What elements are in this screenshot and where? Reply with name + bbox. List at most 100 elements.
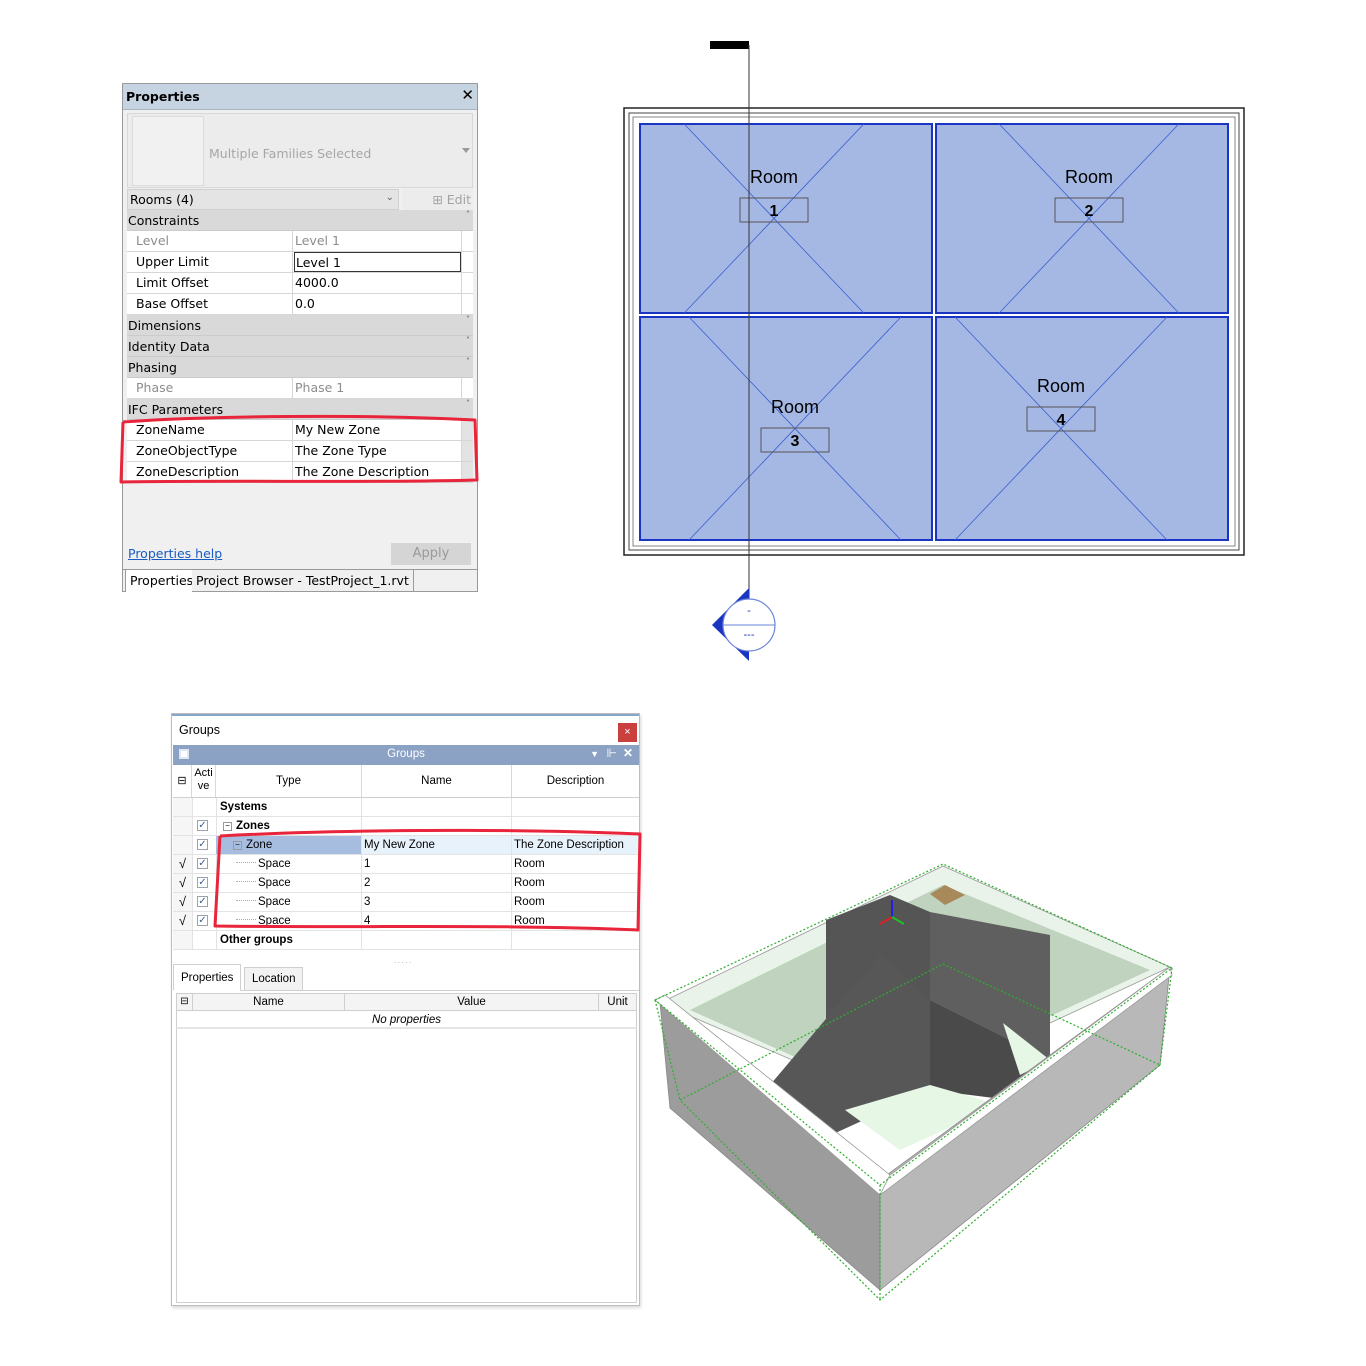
row-type-cell: Space <box>216 874 362 892</box>
active-checkbox[interactable]: ✓ <box>197 896 208 907</box>
tree-row[interactable]: √ ✓ Space 1 Room <box>173 855 639 874</box>
group-header-dimensions[interactable]: Dimensions ˅ <box>127 315 473 336</box>
collapse-icon[interactable]: ˄ <box>466 357 470 366</box>
row-description-cell[interactable] <box>512 798 639 816</box>
column-chooser-icon[interactable]: ⊟ <box>173 765 192 797</box>
column-header-name[interactable]: Name <box>193 994 345 1010</box>
row-description-cell[interactable]: Room <box>512 874 639 892</box>
property-value-field[interactable]: The Zone Type <box>294 441 461 461</box>
apply-button[interactable]: Apply <box>391 543 471 565</box>
row-active-cell: ✓ <box>192 817 217 835</box>
type-thumbnail <box>132 116 204 186</box>
column-header-type[interactable]: Type <box>216 765 362 797</box>
property-value-field[interactable]: The Zone Description <box>294 462 461 482</box>
row-flag <box>173 817 193 835</box>
tree-row[interactable]: √ ✓ Space 3 Room <box>173 893 639 912</box>
row-name-cell[interactable]: 1 <box>362 855 512 873</box>
room-fill[interactable] <box>935 123 1229 314</box>
tree-row[interactable]: Other groups <box>173 931 639 950</box>
row-flag <box>173 798 193 816</box>
collapse-icon[interactable]: ˄ <box>466 399 470 408</box>
collapse-toggle-icon[interactable]: − <box>233 841 242 850</box>
property-value-field[interactable]: 0.0 <box>294 294 461 314</box>
collapse-toggle-icon[interactable]: − <box>223 822 232 831</box>
close-button[interactable]: × <box>618 723 637 742</box>
row-description-cell[interactable]: The Zone Description <box>512 836 639 854</box>
column-header-name[interactable]: Name <box>362 765 512 797</box>
3d-model-view[interactable] <box>650 855 1180 1305</box>
close-icon[interactable]: ✕ <box>623 746 633 760</box>
room-fill[interactable] <box>935 316 1229 541</box>
edit-button[interactable] <box>461 462 473 482</box>
chevron-down-icon: ⌄ <box>385 192 394 203</box>
row-description-cell[interactable]: Room <box>512 855 639 873</box>
close-icon[interactable]: ✕ <box>461 86 474 104</box>
row-name-cell[interactable]: 2 <box>362 874 512 892</box>
section-marker-top-label: - <box>747 605 751 617</box>
active-checkbox[interactable]: ✓ <box>197 915 208 926</box>
row-name-cell[interactable]: My New Zone <box>362 836 512 854</box>
tree-row[interactable]: √ ✓ Space 2 Room <box>173 874 639 893</box>
active-checkbox[interactable]: ✓ <box>197 820 208 831</box>
section-marker[interactable]: - --- <box>712 588 776 661</box>
tab-properties[interactable]: Properties <box>125 570 199 592</box>
row-name-cell[interactable] <box>362 798 512 816</box>
tab-location[interactable]: Location <box>244 967 304 990</box>
row-description-cell[interactable] <box>512 931 639 949</box>
element-filter-dropdown[interactable]: Rooms (4) ⌄ <box>127 189 399 210</box>
column-header-unit[interactable]: Unit <box>599 994 636 1010</box>
dropdown-arrow-icon[interactable]: ▼ <box>590 749 599 759</box>
tree-row[interactable]: Systems <box>173 798 639 817</box>
row-name-cell[interactable] <box>362 817 512 835</box>
tree-row[interactable]: ✓ − Zone My New Zone The Zone Description <box>173 836 639 855</box>
row-name-cell[interactable]: 4 <box>362 912 512 930</box>
room-2[interactable]: Room 2 <box>935 123 1229 314</box>
column-header-active[interactable]: Acti ve <box>192 765 216 797</box>
row-description-cell[interactable]: Room <box>512 893 639 911</box>
group-header-ifc-parameters[interactable]: IFC Parameters ˄ <box>127 399 473 420</box>
auto-hide-icon[interactable]: ⊩ <box>607 746 617 760</box>
row-name-cell[interactable]: 3 <box>362 893 512 911</box>
room-3[interactable]: Room 3 <box>639 316 933 541</box>
column-chooser-icon[interactable]: ⊟ <box>177 994 193 1010</box>
property-value-field[interactable]: 4000.0 <box>294 273 461 293</box>
row-type-label: Space <box>258 896 291 908</box>
edit-type-button[interactable]: ⊞ Edit Type <box>402 189 473 228</box>
type-selector[interactable]: Multiple Families Selected <box>127 113 473 188</box>
column-header-value[interactable]: Value <box>345 994 599 1010</box>
room-1[interactable]: Room 1 <box>639 123 933 314</box>
filter-value: Rooms (4) <box>130 192 194 207</box>
room-4[interactable]: Room 4 <box>935 316 1229 541</box>
group-label: IFC Parameters <box>128 402 224 417</box>
active-checkbox[interactable]: ✓ <box>197 877 208 888</box>
tab-project-browser[interactable]: Project Browser - TestProject_1.rvt <box>192 570 414 592</box>
tree-row[interactable]: ✓ − Zones <box>173 817 639 836</box>
property-name: Base Offset <box>127 294 293 314</box>
edit-button[interactable] <box>461 441 473 461</box>
expand-icon[interactable]: ˅ <box>466 315 470 324</box>
active-checkbox[interactable]: ✓ <box>197 839 208 850</box>
row-description-cell[interactable]: Room <box>512 912 639 930</box>
row-active-cell: ✓ <box>192 893 217 911</box>
collapse-icon[interactable]: ˄ <box>466 210 470 219</box>
tree-row[interactable]: √ ✓ Space 4 Room <box>173 912 639 931</box>
floor-plan-view[interactable]: Room 1 Room 2 Room 3 Room 4 - --- <box>600 30 1280 670</box>
group-header-constraints[interactable]: Constraints ˄ <box>127 210 473 231</box>
dropdown-arrow-icon[interactable] <box>462 148 470 153</box>
property-value: Phase 1 <box>295 380 345 395</box>
properties-help-link[interactable]: Properties help <box>128 546 222 561</box>
column-header-description[interactable]: Description <box>512 765 639 797</box>
tab-properties[interactable]: Properties <box>173 964 242 991</box>
row-description-cell[interactable] <box>512 817 639 835</box>
edit-button[interactable] <box>461 420 473 440</box>
group-header-phasing[interactable]: Phasing ˄ <box>127 357 473 378</box>
section-head-icon[interactable] <box>710 41 749 49</box>
room-fill[interactable] <box>639 123 933 314</box>
palette-title: Properties <box>126 89 200 104</box>
property-value-field[interactable]: Level 1 <box>294 252 461 272</box>
row-name-cell[interactable] <box>362 931 512 949</box>
property-value-field[interactable]: My New Zone <box>294 420 461 440</box>
expand-icon[interactable]: ˅ <box>466 336 470 345</box>
active-checkbox[interactable]: ✓ <box>197 858 208 869</box>
group-header-identity-data[interactable]: Identity Data ˅ <box>127 336 473 357</box>
